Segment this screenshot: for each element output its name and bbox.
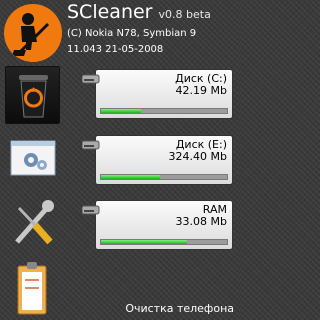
clipboard-icon [17, 262, 47, 315]
drive-c-usage-bar [100, 108, 228, 114]
recycle-bin-icon [19, 75, 48, 118]
ram-usage-fill [101, 240, 187, 244]
recycle-bin-tile[interactable] [5, 66, 60, 124]
settings-tile[interactable] [5, 131, 60, 189]
drive-e-usage-bar [100, 174, 228, 180]
clean-phone-softkey[interactable]: Очистка телефона [125, 302, 234, 316]
drive-c-free: 42.19 Mb [175, 84, 227, 97]
ram-free: 33.08 Mb [175, 215, 227, 228]
tools-icon [15, 200, 54, 245]
ram-usage-bar [100, 239, 228, 245]
hard-drive-icon [82, 140, 100, 150]
device-info: (C) Nokia N78, Symbian 9 [67, 28, 197, 39]
cleaner-logo-icon [4, 4, 62, 62]
hard-drive-icon [82, 74, 100, 84]
app-name: SCleaner [67, 1, 153, 23]
ram-card[interactable]: RAM 33.08 Mb [82, 200, 233, 250]
drive-c-card[interactable]: Диск (C:) 42.19 Mb [82, 69, 233, 119]
drive-e-usage-fill [101, 175, 161, 179]
drive-e-free: 324.40 Mb [168, 150, 227, 163]
drive-e-card[interactable]: Диск (E:) 324.40 Mb [82, 135, 233, 185]
app-version: v0.8 beta [158, 8, 211, 21]
settings-window-icon [10, 140, 56, 176]
drive-c-usage-fill [101, 109, 142, 113]
tools-tile[interactable] [5, 194, 60, 252]
app-title: SCleaner v0.8 beta [67, 0, 211, 27]
hard-drive-icon [82, 205, 100, 215]
build-info: 11.043 21-05-2008 [67, 44, 164, 55]
clipboard-tile[interactable] [5, 260, 60, 318]
